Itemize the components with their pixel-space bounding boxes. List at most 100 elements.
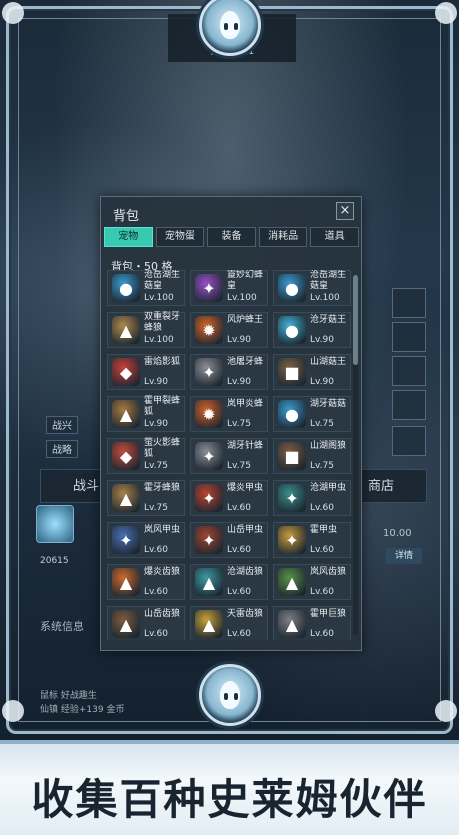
bee-purple-icon: ✦ bbox=[195, 274, 223, 302]
wolf-brown-icon: ▲ bbox=[112, 610, 140, 638]
pet-cell[interactable]: ✦ 山岳甲虫 Lv.60 bbox=[190, 522, 268, 558]
power-value: 20615 bbox=[40, 556, 69, 566]
pet-cell[interactable]: ▲ 爆炎齿狼 Lv.60 bbox=[107, 564, 185, 600]
pet-name: 山湖阁狼 bbox=[310, 441, 347, 451]
sword-icon[interactable] bbox=[392, 390, 426, 420]
tab-1[interactable]: 宠物蛋 bbox=[155, 227, 205, 247]
fire-bee-icon: ✹ bbox=[195, 400, 223, 428]
pet-cell[interactable]: ✹ 岚甲炎蜂 Lv.75 bbox=[190, 396, 268, 432]
side-button-1[interactable]: 战兴 bbox=[46, 416, 78, 434]
pet-name: 雷焰影狐 bbox=[144, 357, 181, 367]
system-info-label[interactable]: 系统信息 bbox=[40, 618, 84, 634]
pet-name: 湖牙菇菇 bbox=[310, 399, 347, 409]
pet-name: 沧岳湖生菇皇 bbox=[310, 270, 347, 291]
wolf-bee-icon: ▲ bbox=[112, 316, 140, 344]
wolf-green-icon: ▲ bbox=[278, 568, 306, 596]
side-button-2[interactable]: 战略 bbox=[46, 440, 78, 458]
pet-cell[interactable]: ✦ 靈妙幻蜂皇 Lv.100 bbox=[190, 270, 268, 306]
pet-name: 沧牙菇王 bbox=[310, 315, 347, 325]
fox-red-icon: ◆ bbox=[112, 358, 140, 386]
footer-line-1: 鼠标 好战趣生 bbox=[40, 691, 97, 701]
rail-value: 10.00 bbox=[383, 528, 412, 539]
pet-cell[interactable]: ✦ 霍甲虫 Lv.60 bbox=[273, 522, 351, 558]
pet-cell[interactable]: ◆ 萤火影蜂狐 Lv.75 bbox=[107, 438, 185, 474]
pet-cell[interactable]: ▲ 双重裂牙蜂狼 Lv.100 bbox=[107, 312, 185, 348]
pet-cell[interactable]: ✹ 风炉蜂王 Lv.90 bbox=[190, 312, 268, 348]
pet-grid: ● 沧岳湖生菇皇 Lv.100 ✦ 靈妙幻蜂皇 Lv.100 ● 沧岳湖生菇皇 Lv.100 ▲ 双… bbox=[107, 270, 351, 640]
pet-cell[interactable]: ■ 山湖菇王 Lv.90 bbox=[273, 354, 351, 390]
pet-level: Lv.90 bbox=[144, 419, 168, 429]
tab-3[interactable]: 消耗品 bbox=[258, 227, 308, 247]
tab-4[interactable]: 道具 bbox=[310, 227, 359, 247]
beetle-blue-icon: ✦ bbox=[112, 526, 140, 554]
wolf-gold-icon: ▲ bbox=[195, 610, 223, 638]
pet-cell[interactable]: ◆ 雷焰影狐 Lv.90 bbox=[107, 354, 185, 390]
menu-icon[interactable] bbox=[392, 288, 426, 318]
wolf-orange-icon: ▲ bbox=[112, 568, 140, 596]
pet-cell[interactable]: ▲ 霍牙蜂狼 Lv.75 bbox=[107, 480, 185, 516]
pet-name: 沧岳湖生菇皇 bbox=[144, 270, 181, 291]
pet-cell[interactable]: ● 沧牙菇王 Lv.90 bbox=[273, 312, 351, 348]
pet-cell[interactable]: ▲ 岚风齿狼 Lv.60 bbox=[273, 564, 351, 600]
scrollbar[interactable] bbox=[353, 275, 358, 635]
pet-level: Lv.60 bbox=[227, 587, 251, 597]
pet-name: 池屠牙蜂 bbox=[227, 357, 264, 367]
wolf-bee-icon: ▲ bbox=[112, 484, 140, 512]
pet-level: Lv.60 bbox=[310, 629, 334, 639]
pet-name: 霍牙蜂狼 bbox=[144, 483, 181, 493]
detail-button[interactable]: 详情 bbox=[386, 548, 422, 564]
fox-red-icon: ◆ bbox=[112, 442, 140, 470]
pet-name: 岚风甲虫 bbox=[144, 525, 181, 535]
pet-level: Lv.100 bbox=[227, 293, 257, 303]
pet-level: Lv.60 bbox=[227, 503, 251, 513]
pet-level: Lv.100 bbox=[310, 293, 340, 303]
footer-line-2: 仙镇 经验+139 金币 bbox=[40, 705, 125, 715]
tab-0[interactable]: 宠物 bbox=[104, 227, 153, 247]
pet-name: 山岳齿狼 bbox=[144, 609, 181, 619]
pet-cell[interactable]: ▲ 山岳齿狼 Lv.60 bbox=[107, 606, 185, 640]
player-avatar[interactable] bbox=[36, 505, 74, 543]
pet-cell[interactable]: ✦ 爆炎甲虫 Lv.60 bbox=[190, 480, 268, 516]
pet-level: Lv.60 bbox=[310, 545, 334, 555]
pet-cell[interactable]: ▲ 沧湖齿狼 Lv.60 bbox=[190, 564, 268, 600]
wolf-gray-icon: ▲ bbox=[278, 610, 306, 638]
pet-level: Lv.75 bbox=[310, 461, 334, 471]
tab-2[interactable]: 装备 bbox=[207, 227, 256, 247]
pet-cell[interactable]: ● 沧岳湖生菇皇 Lv.100 bbox=[107, 270, 185, 306]
pet-cell[interactable]: ✦ 沧湖甲虫 Lv.60 bbox=[273, 480, 351, 516]
pet-cell[interactable]: ▲ 霍甲巨狼 Lv.60 bbox=[273, 606, 351, 640]
slime-cyan-icon: ● bbox=[278, 316, 306, 344]
wolf-bee-icon: ▲ bbox=[112, 400, 140, 428]
pet-cell[interactable]: ✦ 池屠牙蜂 Lv.90 bbox=[190, 354, 268, 390]
close-button[interactable]: × bbox=[336, 202, 354, 220]
scrollbar-thumb[interactable] bbox=[353, 275, 358, 365]
book-icon[interactable] bbox=[392, 322, 426, 352]
pet-name: 靈妙幻蜂皇 bbox=[227, 270, 264, 291]
snow-corner bbox=[2, 2, 24, 24]
beetle-red-icon: ✦ bbox=[195, 484, 223, 512]
wolf-teal-icon: ▲ bbox=[195, 568, 223, 596]
pet-cell[interactable]: ✦ 岚风甲虫 Lv.60 bbox=[107, 522, 185, 558]
pet-cell[interactable]: ✦ 湖牙针蜂 Lv.75 bbox=[190, 438, 268, 474]
pet-cell[interactable]: ▲ 天雷齿狼 Lv.60 bbox=[190, 606, 268, 640]
pet-level: Lv.100 bbox=[144, 335, 174, 345]
pet-cell[interactable]: ▲ 霍甲裂蜂狐 Lv.90 bbox=[107, 396, 185, 432]
pet-cell[interactable]: ■ 山湖阁狼 Lv.75 bbox=[273, 438, 351, 474]
pet-name: 爆炎齿狼 bbox=[144, 567, 181, 577]
pet-name: 湖牙针蜂 bbox=[227, 441, 264, 451]
pet-level: Lv.90 bbox=[310, 377, 334, 387]
tagline-banner: 收集百种史莱姆伙伴 bbox=[0, 740, 459, 835]
pet-level: Lv.60 bbox=[310, 587, 334, 597]
fire-bee-icon: ✹ bbox=[195, 316, 223, 344]
beetle-gold-icon: ✦ bbox=[278, 526, 306, 554]
pet-cell[interactable]: ● 沧岳湖生菇皇 Lv.100 bbox=[273, 270, 351, 306]
gear-icon[interactable] bbox=[392, 426, 426, 456]
tagline: 收集百种史莱姆伙伴 bbox=[31, 775, 428, 824]
pet-name: 岚甲炎蜂 bbox=[227, 399, 264, 409]
scroll-icon[interactable] bbox=[392, 356, 426, 386]
pet-name: 霍甲巨狼 bbox=[310, 609, 347, 619]
pet-level: Lv.90 bbox=[227, 377, 251, 387]
backpack-title: 背包 bbox=[113, 209, 140, 224]
pet-level: Lv.100 bbox=[144, 293, 174, 303]
pet-cell[interactable]: ● 湖牙菇菇 Lv.75 bbox=[273, 396, 351, 432]
